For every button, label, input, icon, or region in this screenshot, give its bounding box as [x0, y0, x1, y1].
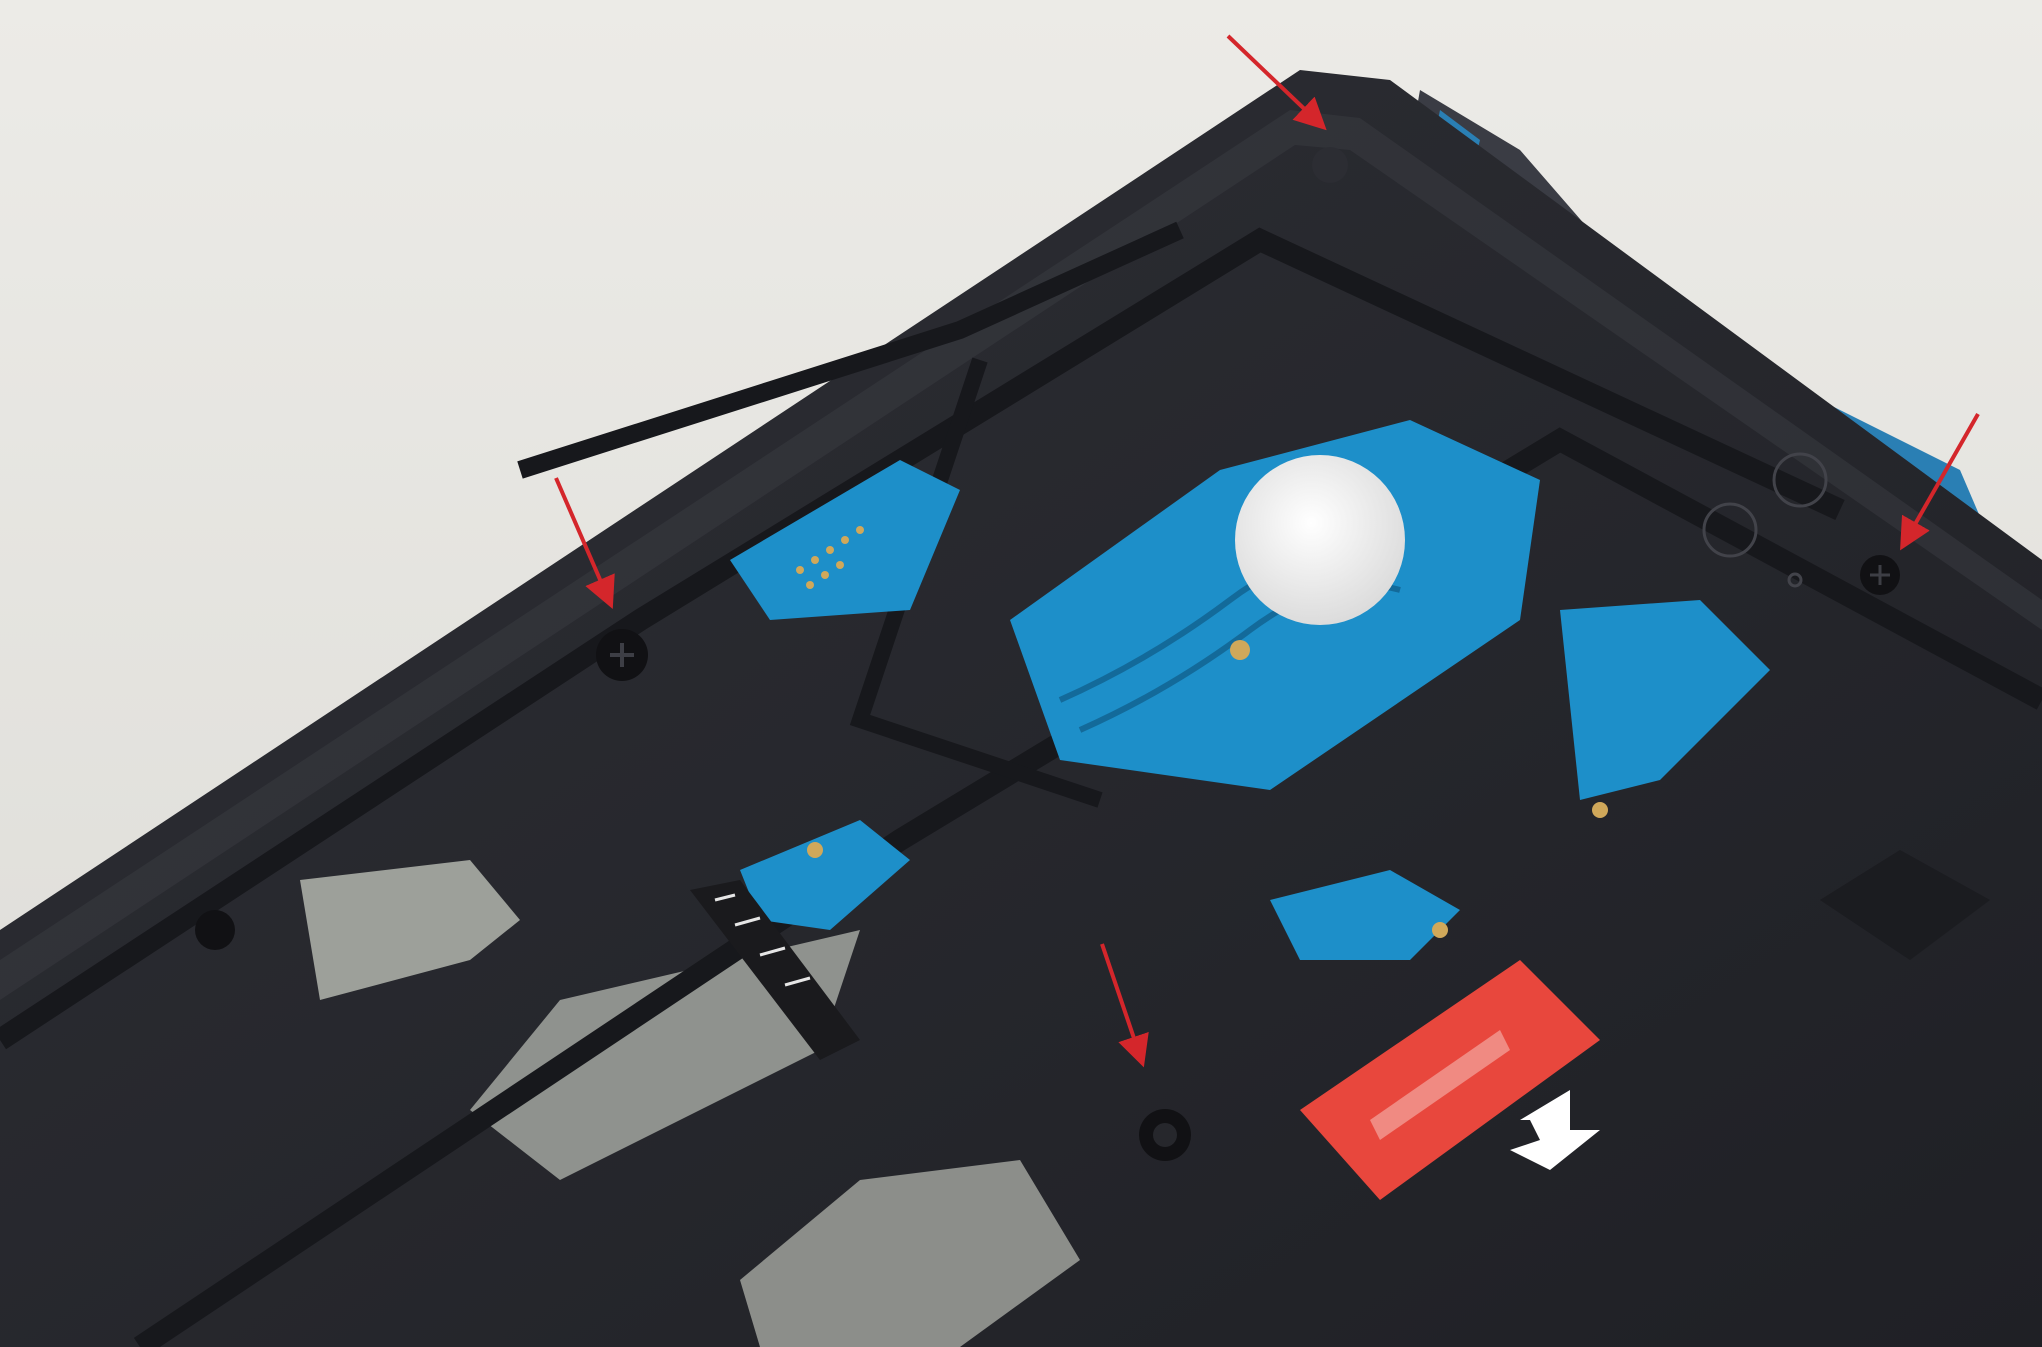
screw-right [1860, 555, 1900, 595]
platter-label [1235, 455, 1405, 625]
photo [0, 0, 2042, 1347]
screw-top-right [1312, 147, 1348, 183]
screw-left [596, 629, 648, 681]
screw-bottom [1139, 1109, 1191, 1161]
caddy-photo-scene [0, 0, 2042, 1347]
screw-far-left [195, 910, 235, 950]
